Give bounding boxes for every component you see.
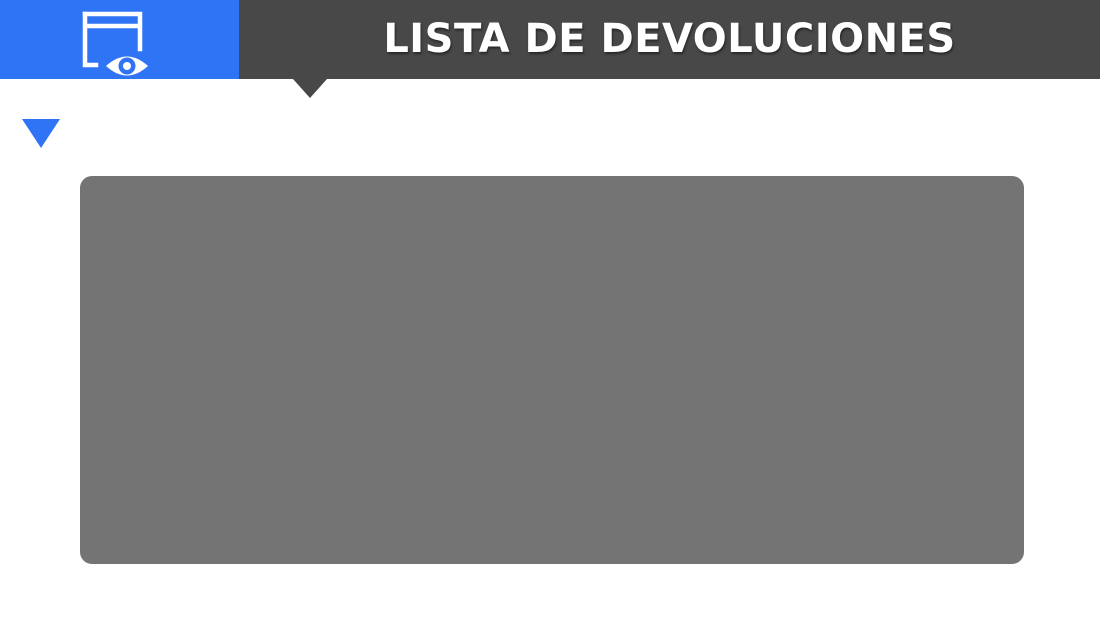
page: LISTA DE DEVOLUCIONES <box>0 0 1100 643</box>
page-title: LISTA DE DEVOLUCIONES <box>383 16 956 62</box>
header-pointer <box>293 79 327 98</box>
window-eye-icon <box>82 11 148 76</box>
content-panel <box>80 176 1024 564</box>
triangle-down-icon[interactable] <box>22 119 60 148</box>
header-bar: LISTA DE DEVOLUCIONES <box>0 0 1100 79</box>
header-icon-box <box>0 0 239 79</box>
